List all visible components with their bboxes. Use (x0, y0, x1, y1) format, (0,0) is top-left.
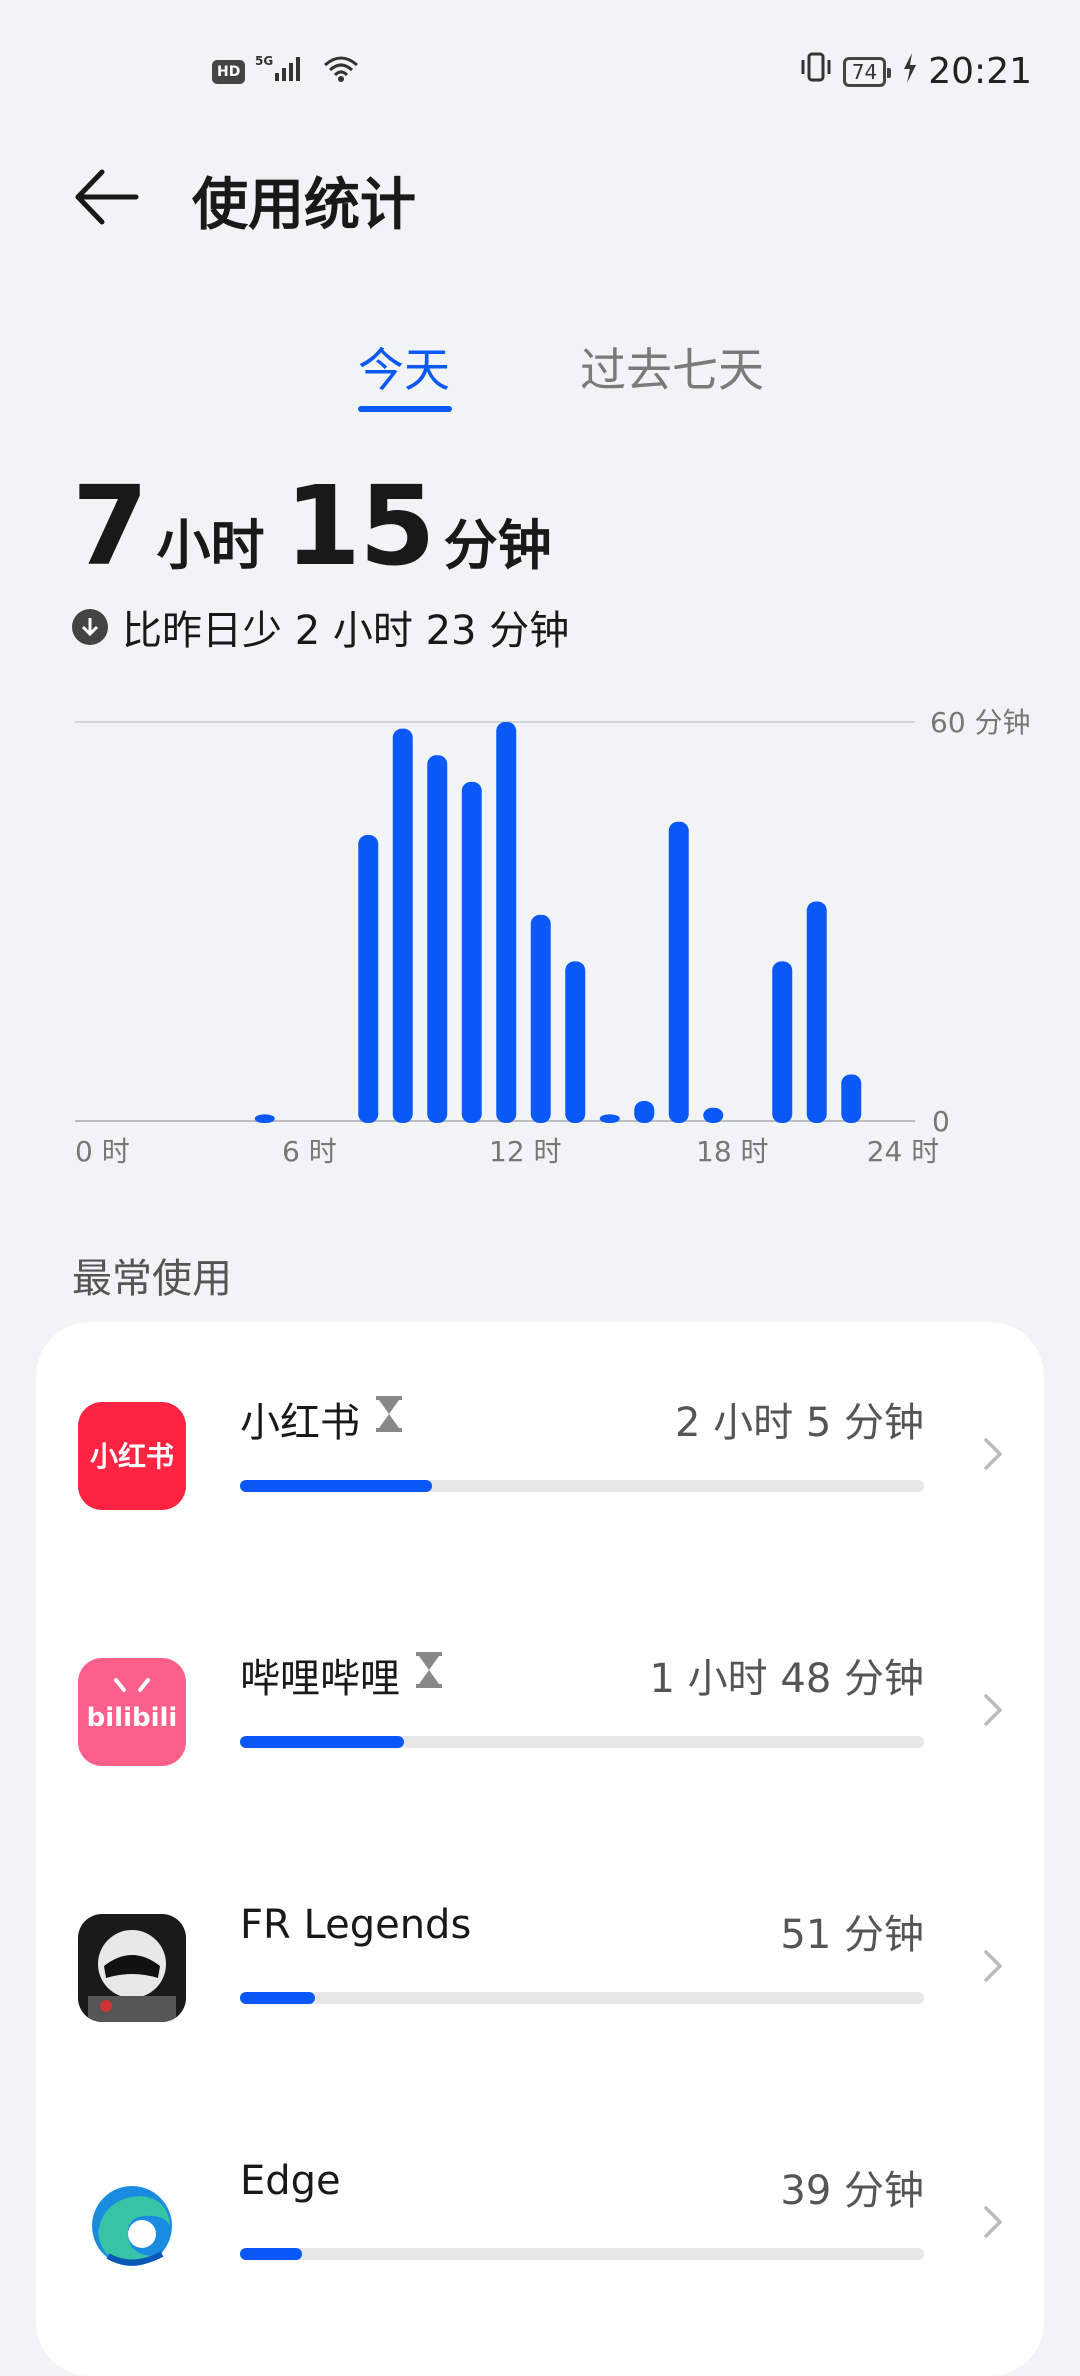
section-title-most-used: 最常使用 (72, 1256, 232, 1302)
chart-bar-hour-21[interactable] (806, 901, 827, 1123)
hourly-usage-chart: 60 分钟 0 0 时 6 时 12 时 18 时 24 时 (75, 706, 1031, 1168)
wifi-icon (321, 52, 361, 92)
svg-text:小红书: 小红书 (90, 1440, 174, 1473)
app-usage-time: 2 小时 5 分钟 (674, 1400, 924, 1446)
app-name-label: 小红书 (240, 1400, 360, 1446)
clock: 20:21 (928, 51, 1032, 92)
app-row-fr-legends[interactable]: FR Legends 51 分钟 (36, 1834, 1044, 2090)
chart-bar-hour-12[interactable] (496, 722, 517, 1123)
bilibili-app-icon: bilibili (78, 1658, 186, 1766)
chart-bar-hour-9[interactable] (392, 728, 413, 1123)
app-name-label: 哔哩哔哩 (240, 1656, 400, 1702)
usage-bar (240, 1736, 924, 1748)
minutes-value: 15 (284, 462, 436, 590)
app-name-label: FR Legends (240, 1902, 472, 1948)
chart-bar-hour-5[interactable] (254, 1114, 275, 1123)
usage-bar-fill (240, 1480, 432, 1492)
chart-bar-hour-18[interactable] (703, 1107, 724, 1123)
usage-bar-fill (240, 2248, 302, 2260)
app-row-bilibili[interactable]: bilibili 哔哩哔哩 1 小时 48 分钟 (36, 1578, 1044, 1834)
app-name: Edge (240, 2158, 341, 2204)
chart-bar-hour-13[interactable] (530, 914, 551, 1123)
compare-yesterday: 比昨日少 2 小时 23 分钟 (72, 598, 569, 656)
minutes-unit: 分钟 (443, 514, 552, 577)
chevron-right-icon (984, 1438, 1002, 1470)
status-bar: HD 5G 74 20:21 (0, 44, 1080, 94)
chart-bar-hour-16[interactable] (634, 1101, 655, 1123)
hourglass-icon (414, 1650, 444, 1700)
x-tick-label: 24 时 (867, 1135, 940, 1168)
svg-text:bilibili: bilibili (87, 1703, 178, 1733)
app-usage-time: 39 分钟 (780, 2168, 924, 2214)
chart-bar-hour-22[interactable] (841, 1074, 862, 1123)
total-usage: 7 小时 15 分钟 (72, 462, 562, 590)
chart-bar-hour-10[interactable] (427, 755, 448, 1123)
app-usage-time: 51 分钟 (780, 1912, 924, 1958)
hours-value: 7 (72, 462, 149, 590)
tab-today[interactable]: 今天 (358, 334, 450, 400)
tab-past-seven-days[interactable]: 过去七天 (580, 334, 764, 400)
chevron-right-icon (984, 2206, 1002, 2238)
chart-bar-hour-11[interactable] (461, 781, 482, 1123)
x-tick-label: 0 时 (75, 1135, 130, 1168)
x-tick-label: 12 时 (489, 1135, 562, 1168)
usage-bar (240, 1992, 924, 2004)
chart-bar-hour-14[interactable] (565, 961, 586, 1123)
battery-indicator: 74 (842, 56, 892, 87)
chevron-right-icon (984, 1950, 1002, 1982)
app-usage-time: 1 小时 48 分钟 (649, 1656, 925, 1702)
xiaohongshu-app-icon: 小红书 (78, 1402, 186, 1510)
hd-badge: HD (212, 60, 246, 84)
compare-text: 比昨日少 2 小时 23 分钟 (122, 608, 570, 654)
x-tick-label: 18 时 (696, 1135, 769, 1168)
vibrate-icon (799, 50, 833, 93)
app-name-label: Edge (240, 2158, 341, 2204)
usage-bar-fill (240, 1992, 316, 2004)
back-arrow-icon[interactable] (72, 162, 142, 232)
fr-legends-app-icon (78, 1914, 186, 2022)
app-row-xiaohongshu[interactable]: 小红书 小红书 2 小时 5 分钟 (36, 1322, 1044, 1578)
down-arrow-icon (72, 609, 108, 645)
app-name: 小红书 (240, 1390, 404, 1448)
chevron-right-icon (984, 1694, 1002, 1726)
most-used-apps-card: 小红书 小红书 2 小时 5 分钟 bilibili 哔哩哔哩 1 小时 48 … (36, 1322, 1044, 2376)
signal-icon: 5G (255, 52, 311, 92)
hourglass-icon (374, 1394, 404, 1444)
edge-app-icon (78, 2170, 186, 2278)
svg-text:5G: 5G (255, 54, 273, 68)
chart-bar-hour-8[interactable] (358, 835, 379, 1123)
app-row-edge[interactable]: Edge 39 分钟 (36, 2090, 1044, 2346)
chart-bar-hour-15[interactable] (599, 1114, 620, 1123)
page-title: 使用统计 (192, 173, 416, 238)
x-tick-label: 6 时 (282, 1135, 337, 1168)
y-tick-label: 60 分钟 (930, 706, 1031, 739)
hours-unit: 小时 (156, 514, 265, 577)
chart-bar-hour-20[interactable] (772, 961, 793, 1123)
active-tab-indicator (358, 406, 452, 412)
charging-icon (902, 52, 918, 92)
y-tick-label: 0 (932, 1105, 950, 1138)
usage-bar-fill (240, 1736, 405, 1748)
chart-bar-hour-17[interactable] (668, 821, 689, 1123)
app-name: 哔哩哔哩 (240, 1646, 444, 1704)
usage-bar (240, 2248, 924, 2260)
usage-bar (240, 1480, 924, 1492)
app-name: FR Legends (240, 1902, 471, 1948)
